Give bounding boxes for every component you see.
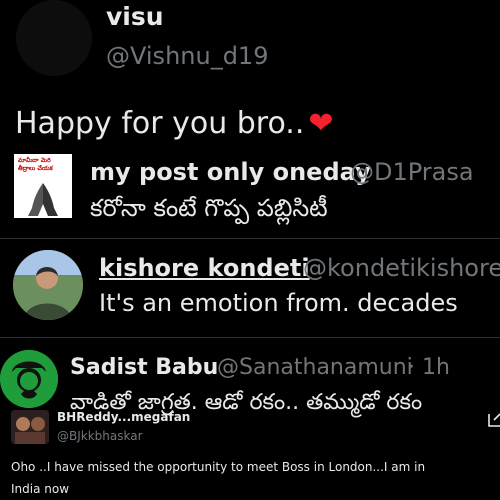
author-name[interactable]: BHReddy...megafan [57,410,190,424]
divider [0,337,500,338]
avatar-portrait [0,350,58,408]
avatar[interactable] [16,0,92,76]
praying-hands-icon [28,183,58,216]
post-text: కరోనా కంటే గొప్ప పబ్లిసిటీ [90,194,328,222]
post-text-line-2: India now [11,482,70,496]
author-name[interactable]: Sadist Babu [70,355,218,380]
avatar-image [11,410,49,444]
avatar-photo [13,250,83,320]
heart-icon: ❤ [308,106,334,141]
author-handle[interactable]: @D1Prasa [350,158,474,186]
author-handle[interactable]: @BJkkbhaskar [57,429,143,443]
expand-icon[interactable] [486,408,500,430]
author-handle[interactable]: @Sanathanamuni [217,355,413,380]
author-name[interactable]: kishore kondeti [99,254,310,282]
avatar-caption: మామీదా మెరి తీద్రాలు చేయక [18,157,53,172]
post-text: Happy for you bro.. ❤ [15,106,334,141]
author-handle[interactable]: @Vishnu_d19 [106,42,268,70]
post-text-body: Happy for you bro.. [15,106,305,141]
post-text-line-1: Oho ..I have missed the opportunity to m… [11,460,426,474]
avatar[interactable] [11,410,49,444]
post-text: It's an emotion from. decades [99,289,458,317]
post-time[interactable]: · 1h [408,355,450,380]
author-name[interactable]: visu [106,2,164,31]
avatar[interactable]: మామీదా మెరి తీద్రాలు చేయక [14,154,72,218]
avatar[interactable] [13,250,83,320]
author-name[interactable]: my post only oneday [90,158,371,186]
divider [0,238,500,239]
author-handle[interactable]: @kondetikishore [303,254,500,282]
avatar[interactable] [0,350,58,408]
